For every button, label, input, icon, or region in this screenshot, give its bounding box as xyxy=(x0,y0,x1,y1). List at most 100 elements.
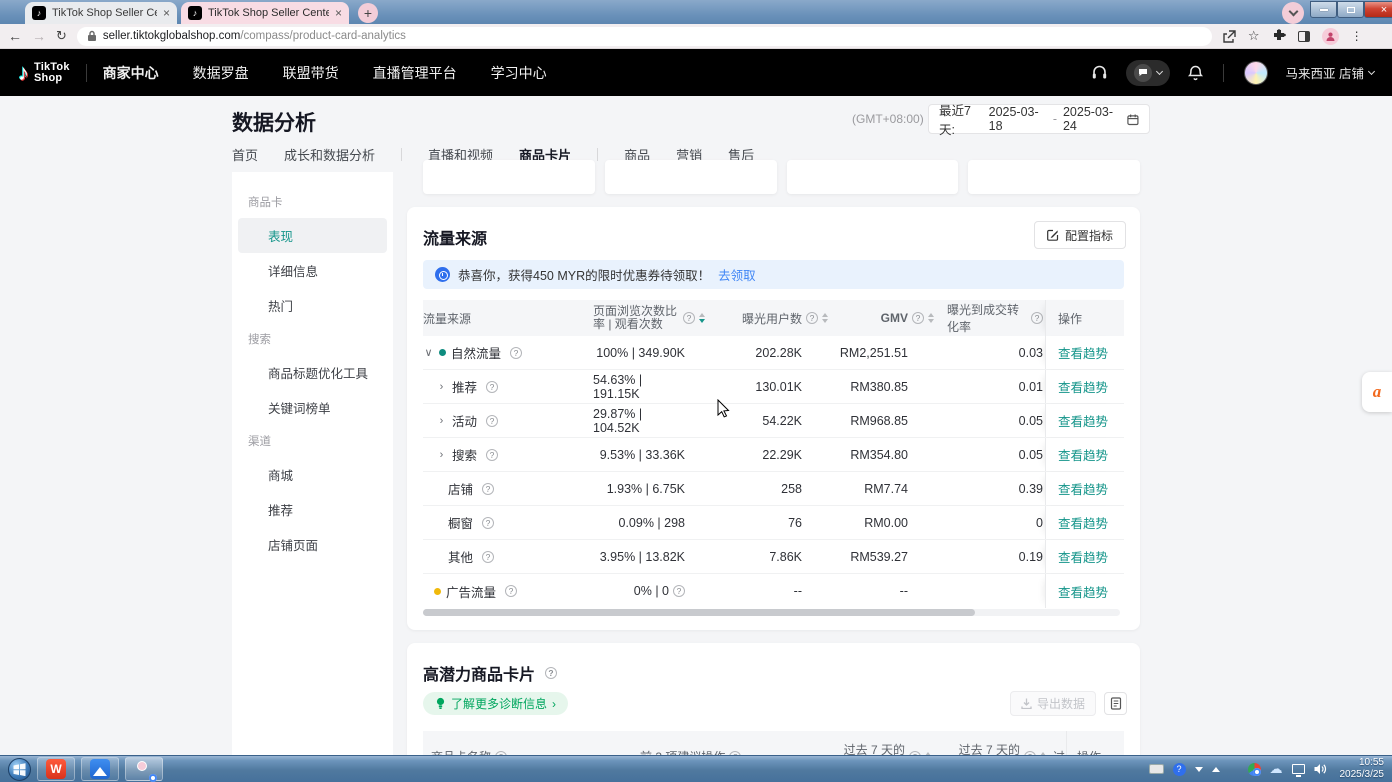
sidebar-item-trending[interactable]: 热门 xyxy=(238,288,387,323)
taskbar-app-button[interactable] xyxy=(81,757,119,781)
close-tab-icon[interactable]: × xyxy=(335,6,342,20)
help-icon[interactable]: ? xyxy=(545,667,557,679)
ratio-value: 0% | 0 ? xyxy=(593,574,685,608)
view-trend-link[interactable]: 查看趋势 xyxy=(1058,445,1108,464)
view-trend-link[interactable]: 查看趋势 xyxy=(1058,343,1108,362)
tab-home[interactable]: 首页 xyxy=(232,145,258,164)
source-name: 广告流量 xyxy=(446,582,496,601)
view-trend-link[interactable]: 查看趋势 xyxy=(1058,547,1108,566)
chat-widget-button[interactable] xyxy=(1126,60,1170,86)
tab-search-chevron-icon[interactable] xyxy=(1282,2,1304,24)
new-tab-button[interactable]: + xyxy=(358,3,378,23)
window-minimize-button[interactable] xyxy=(1310,1,1337,18)
browser-tab-2-active[interactable]: ♪ TikTok Shop Seller Center | Cr × xyxy=(181,2,349,24)
nav-item-data-compass[interactable]: 数据罗盘 xyxy=(193,63,249,83)
sidebar-item-details[interactable]: 详细信息 xyxy=(238,253,387,288)
table-row-campaign[interactable]: › 活动 ? 29.87% | 104.52K 54.22K RM968.85 … xyxy=(423,404,1124,438)
nav-item-live-platform[interactable]: 直播管理平台 xyxy=(373,63,457,83)
report-list-button[interactable] xyxy=(1104,692,1127,715)
network-tray-icon[interactable] xyxy=(1292,764,1305,774)
cloud-tray-icon[interactable]: ☁ xyxy=(1270,761,1283,777)
export-data-button[interactable]: 导出数据 xyxy=(1010,691,1096,716)
reload-button[interactable]: ↻ xyxy=(56,28,67,44)
help-icon[interactable]: ? xyxy=(505,585,517,597)
start-button[interactable] xyxy=(8,758,31,781)
tab-growth-analytics[interactable]: 成长和数据分析 xyxy=(284,145,375,164)
sidebar-item-keyword-ranking[interactable]: 关键词榜单 xyxy=(238,390,387,425)
browser-menu-icon[interactable]: ⋮ xyxy=(1351,29,1363,43)
notification-bell-icon[interactable] xyxy=(1188,65,1203,81)
view-trend-link[interactable]: 查看趋势 xyxy=(1058,582,1108,601)
extensions-puzzle-icon[interactable] xyxy=(1272,29,1286,43)
view-trend-link[interactable]: 查看趋势 xyxy=(1058,411,1108,430)
nav-item-affiliate[interactable]: 联盟带货 xyxy=(283,63,339,83)
help-icon[interactable]: ? xyxy=(1031,312,1043,324)
address-bar[interactable]: seller.tiktokglobalshop.com/compass/prod… xyxy=(77,27,1212,46)
sort-icon[interactable] xyxy=(928,313,934,323)
diagnosis-link[interactable]: 了解更多诊断信息 › xyxy=(423,692,568,715)
taskbar-wps-button[interactable]: W xyxy=(37,757,75,781)
nav-item-learning-center[interactable]: 学习中心 xyxy=(491,63,547,83)
table-row-ads[interactable]: 广告流量 ? 0% | 0 ? -- -- 查看趋势 xyxy=(423,574,1124,608)
customer-service-float-widget[interactable]: a xyxy=(1362,372,1392,412)
help-icon[interactable]: ? xyxy=(486,415,498,427)
close-tab-icon[interactable]: × xyxy=(163,6,170,20)
help-icon[interactable]: ? xyxy=(482,517,494,529)
chevron-right-icon[interactable]: › xyxy=(436,415,447,427)
window-close-button[interactable]: × xyxy=(1364,1,1392,18)
share-icon[interactable] xyxy=(1222,30,1236,43)
sidebar-item-recommend[interactable]: 推荐 xyxy=(238,492,387,527)
chevron-right-icon[interactable]: › xyxy=(436,381,447,393)
tray-expand-icon[interactable] xyxy=(1212,767,1220,772)
taskbar-chrome-button[interactable] xyxy=(125,757,163,781)
back-button[interactable]: ← xyxy=(8,28,22,44)
help-icon[interactable]: ? xyxy=(510,347,522,359)
table-row-shop[interactable]: 店铺 ? 1.93% | 6.75K 258 RM7.74 0.39 查看趋势 xyxy=(423,472,1124,506)
table-row-other[interactable]: 其他 ? 3.95% | 13.82K 7.86K RM539.27 0.19 … xyxy=(423,540,1124,574)
view-trend-link[interactable]: 查看趋势 xyxy=(1058,513,1108,532)
profile-avatar[interactable] xyxy=(1322,28,1339,45)
taskbar-clock[interactable]: 10:55 2025/3/25 xyxy=(1340,757,1385,781)
source-dot xyxy=(434,588,441,595)
store-avatar[interactable] xyxy=(1244,61,1268,85)
help-icon[interactable]: ? xyxy=(683,312,695,324)
sidebar-item-performance[interactable]: 表现 xyxy=(238,218,387,253)
sidebar-item-title-optimizer[interactable]: 商品标题优化工具 xyxy=(238,355,387,390)
bookmark-star-icon[interactable]: ☆ xyxy=(1248,28,1260,44)
forward-button[interactable]: → xyxy=(32,28,46,44)
help-icon[interactable]: ? xyxy=(673,585,685,597)
table-row-showcase[interactable]: 橱窗 ? 0.09% | 298 76 RM0.00 0 查看趋势 xyxy=(423,506,1124,540)
sidebar-item-mall[interactable]: 商城 xyxy=(238,457,387,492)
side-panel-icon[interactable] xyxy=(1298,31,1310,42)
horizontal-scrollbar[interactable] xyxy=(423,609,1120,616)
help-icon[interactable]: ? xyxy=(486,449,498,461)
sidebar-item-shop-page[interactable]: 店铺页面 xyxy=(238,527,387,562)
date-range-picker[interactable]: 最近7天: 2025-03-18 - 2025-03-24 xyxy=(928,104,1150,134)
view-trend-link[interactable]: 查看趋势 xyxy=(1058,377,1108,396)
help-icon[interactable]: ? xyxy=(912,312,924,324)
help-tray-icon[interactable]: ? xyxy=(1173,763,1186,776)
help-icon[interactable]: ? xyxy=(482,551,494,563)
browser-tab-1[interactable]: ♪ TikTok Shop Seller Center | Cr × xyxy=(25,2,177,24)
chevron-right-icon[interactable]: › xyxy=(436,449,447,461)
configure-metrics-button[interactable]: 配置指标 xyxy=(1034,221,1126,249)
keyboard-tray-icon[interactable] xyxy=(1149,764,1164,774)
store-switcher[interactable]: 马来西亚 店铺 xyxy=(1286,63,1374,82)
tray-collapse-icon[interactable] xyxy=(1195,767,1203,772)
view-trend-link[interactable]: 查看趋势 xyxy=(1058,479,1108,498)
table-row-organic[interactable]: ∨ 自然流量 ? 100% | 349.90K 202.28K RM2,251.… xyxy=(423,336,1124,370)
window-restore-button[interactable] xyxy=(1337,1,1364,18)
chevron-down-icon[interactable]: ∨ xyxy=(423,346,434,359)
volume-tray-icon[interactable] xyxy=(1314,763,1327,775)
chrome-tray-icon[interactable] xyxy=(1248,763,1261,776)
scrollbar-thumb[interactable] xyxy=(423,609,975,616)
sort-icon[interactable] xyxy=(699,313,705,323)
table-row-recommend[interactable]: › 推荐 ? 54.63% | 191.15K 130.01K RM380.85… xyxy=(423,370,1124,404)
headset-icon[interactable] xyxy=(1091,65,1108,81)
help-icon[interactable]: ? xyxy=(482,483,494,495)
clock-icon xyxy=(435,267,450,282)
claim-coupon-link[interactable]: 去领取 xyxy=(718,265,756,284)
table-row-search[interactable]: › 搜索 ? 9.53% | 33.36K 22.29K RM354.80 0.… xyxy=(423,438,1124,472)
help-icon[interactable]: ? xyxy=(486,381,498,393)
nav-item-seller-center[interactable]: 商家中心 xyxy=(103,63,159,83)
